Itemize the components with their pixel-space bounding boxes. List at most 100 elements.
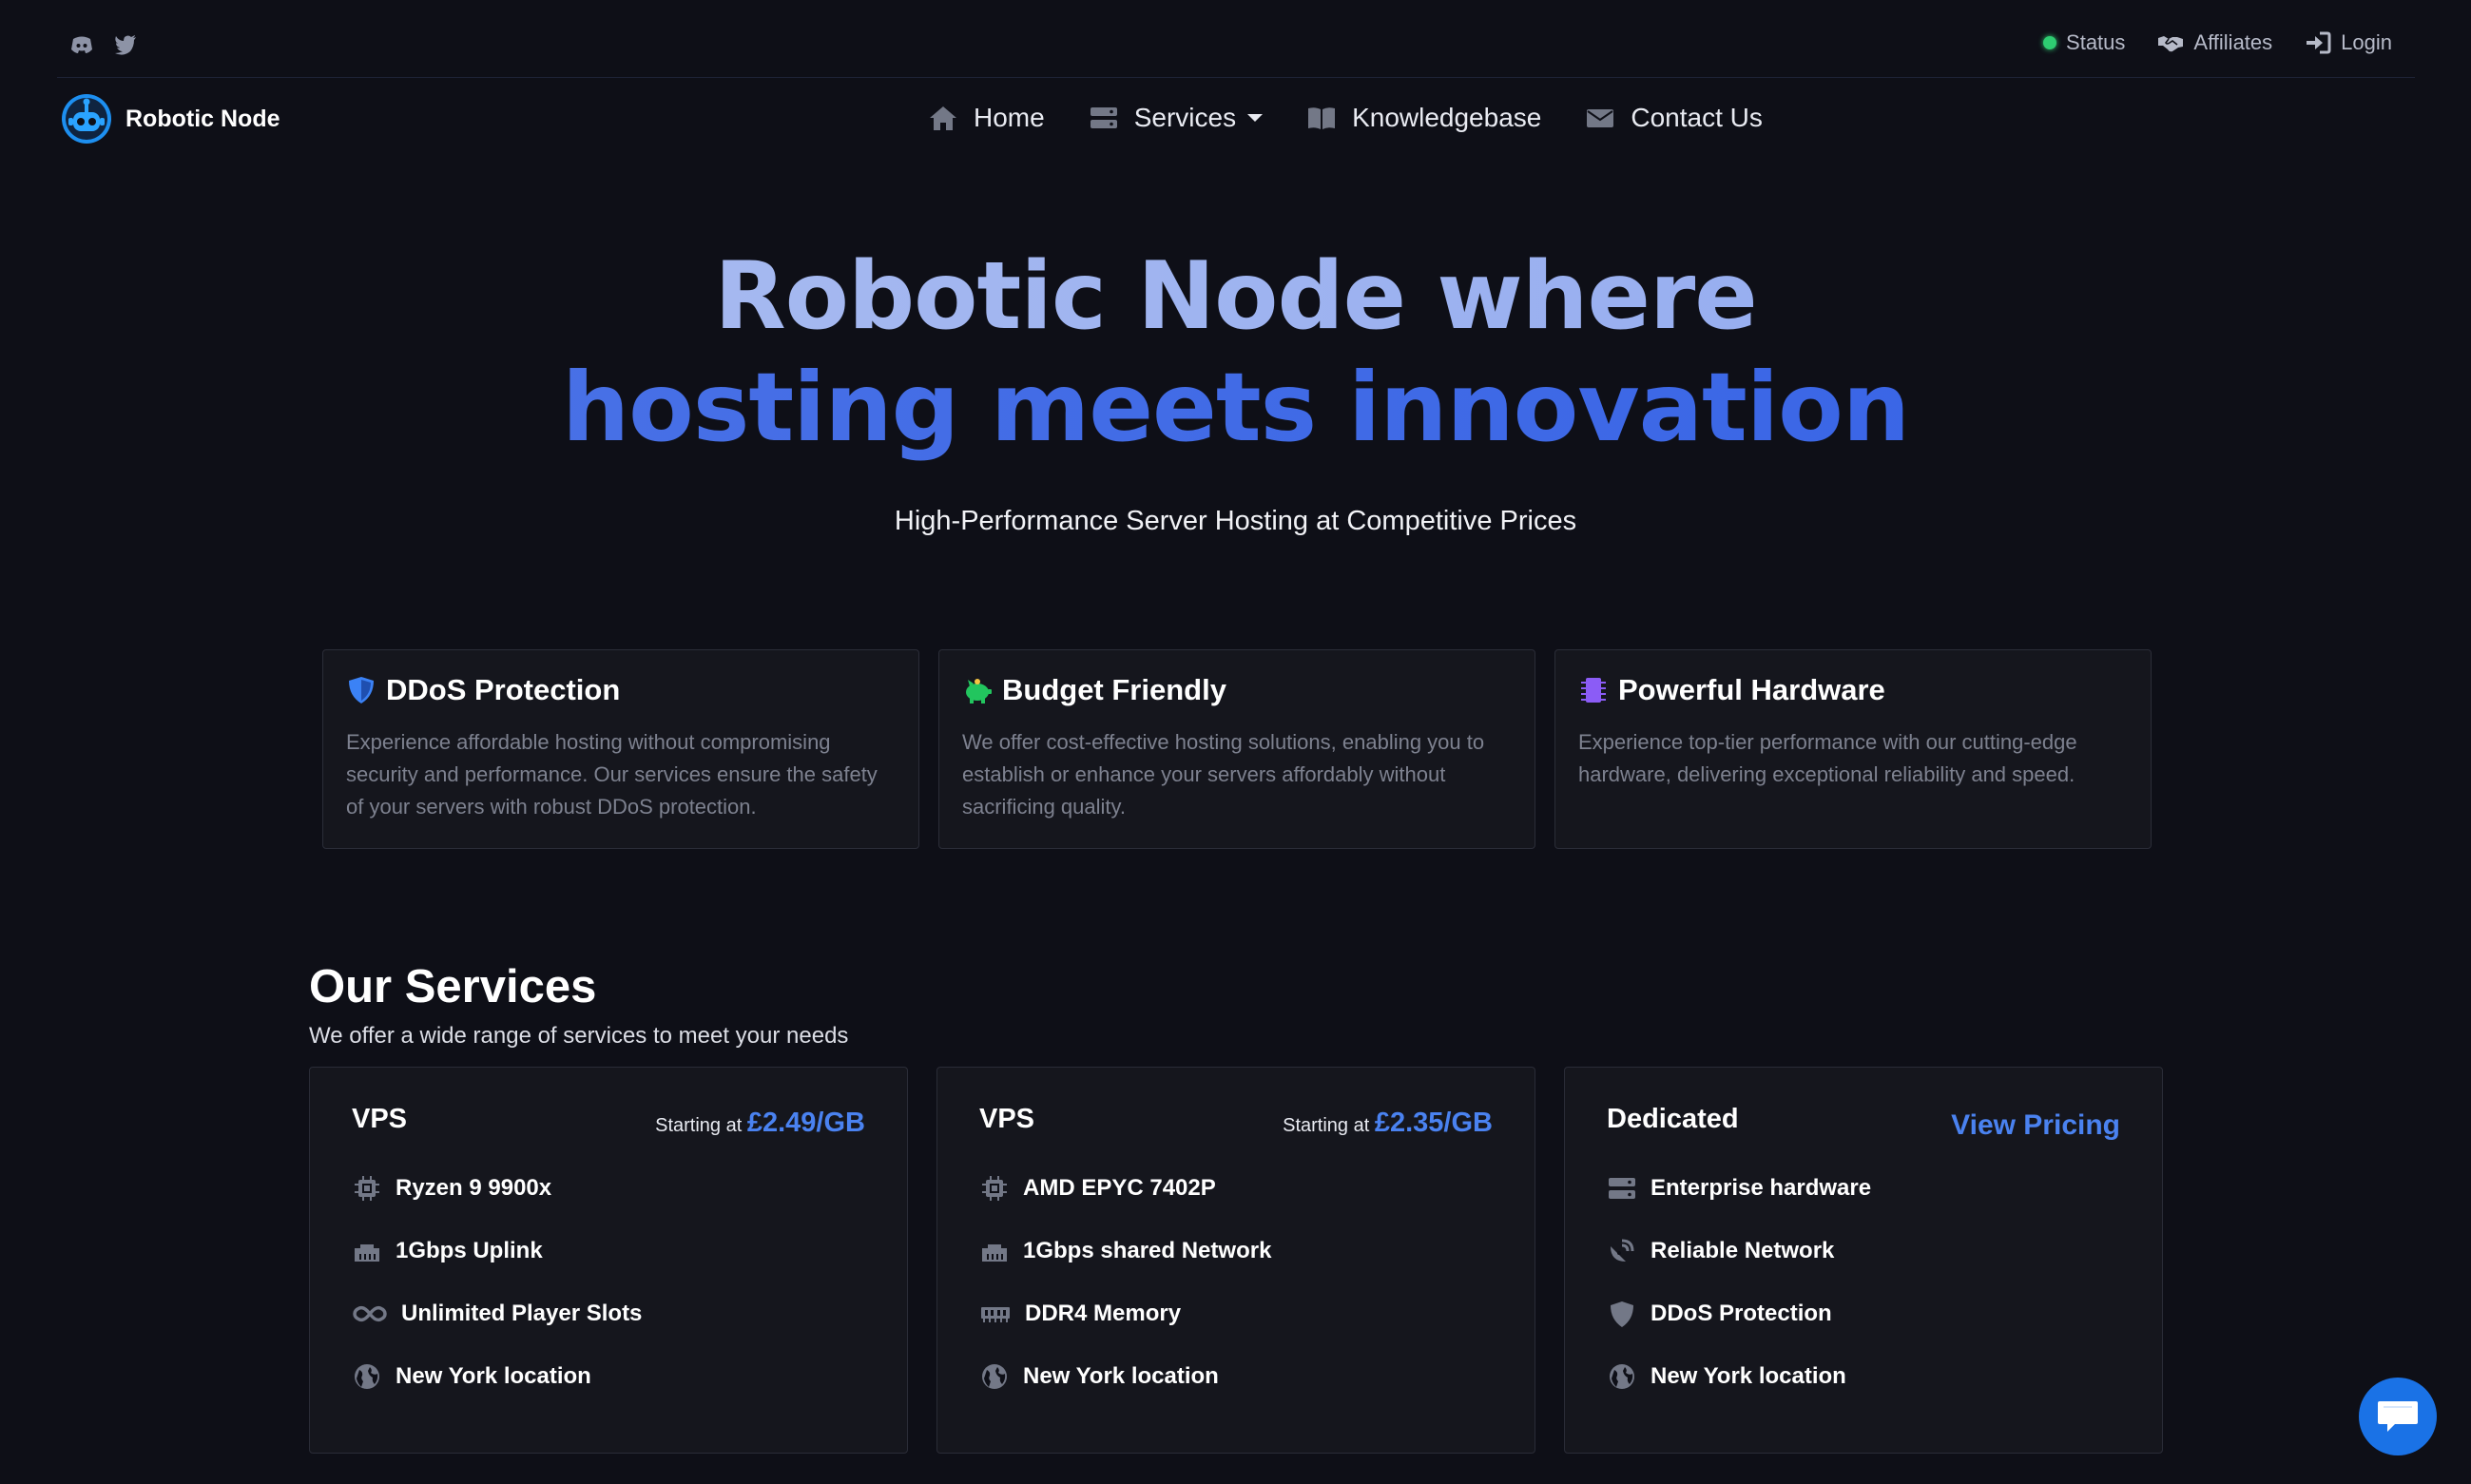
feature-text: Experience affordable hosting without co…	[346, 730, 878, 819]
service-price: Starting at £2.35/GB	[1283, 1108, 1493, 1139]
feature-label: New York location	[1023, 1363, 1219, 1389]
hero-title-line-2: hosting meets innovation	[0, 352, 2471, 463]
feature-title: Powerful Hardware	[1618, 673, 1885, 706]
nav-services-label: Services	[1133, 103, 1237, 132]
list-item: AMD EPYC 7402P	[979, 1173, 1493, 1204]
top-utility-bar: Status Affiliates Login	[57, 0, 2415, 78]
chat-bubble-icon	[2378, 1401, 2418, 1432]
nav-home[interactable]: Home	[928, 103, 1045, 133]
service-price: Starting at £2.49/GB	[655, 1108, 865, 1139]
feature-label: AMD EPYC 7402P	[1023, 1175, 1216, 1201]
globe-icon	[1610, 1364, 1634, 1389]
login-link[interactable]: Login	[2305, 30, 2392, 55]
price-amount: £2.35/GB	[1374, 1108, 1493, 1138]
feature-label: New York location	[396, 1363, 591, 1389]
feature-label: Enterprise hardware	[1651, 1175, 1872, 1201]
feature-text: We offer cost-effective hosting solution…	[962, 730, 1485, 819]
handshake-icon	[2158, 36, 2184, 52]
status-link[interactable]: Status	[2043, 30, 2125, 55]
brand-link[interactable]: Robotic Node	[61, 93, 280, 145]
feature-cards: DDoS Protection Experience affordable ho…	[322, 649, 2152, 849]
robot-logo-icon	[62, 94, 111, 144]
service-card-vps-ryzen[interactable]: VPS Starting at £2.49/GB Ryzen 9 9900x 1…	[309, 1067, 908, 1454]
chip-icon	[1581, 678, 1606, 703]
feature-label: DDoS Protection	[1651, 1301, 1832, 1326]
feature-label: 1Gbps Uplink	[396, 1238, 543, 1263]
services-title: Our Services	[309, 961, 597, 1012]
nav-knowledgebase[interactable]: Knowledgebase	[1306, 103, 1541, 133]
price-prefix: Starting at	[1283, 1115, 1370, 1136]
list-item: Enterprise hardware	[1607, 1173, 2120, 1204]
chevron-down-icon	[1247, 114, 1264, 122]
twitter-icon[interactable]	[114, 34, 137, 55]
service-card-vps-epyc[interactable]: VPS Starting at £2.35/GB AMD EPYC 7402P …	[936, 1067, 1535, 1454]
feature-label: Reliable Network	[1651, 1238, 1835, 1263]
feature-text: Experience top-tier performance with our…	[1578, 730, 2077, 786]
view-pricing-link[interactable]: View Pricing	[1951, 1109, 2120, 1142]
globe-icon	[982, 1364, 1007, 1389]
shield-icon	[349, 677, 374, 703]
service-features: AMD EPYC 7402P 1Gbps shared Network DDR4…	[979, 1173, 1493, 1392]
login-label: Login	[2341, 30, 2392, 54]
nav-knowledgebase-label: Knowledgebase	[1352, 103, 1542, 132]
sign-in-icon	[2307, 31, 2331, 54]
list-item: New York location	[352, 1361, 865, 1392]
hero-subtitle: High-Performance Server Hosting at Compe…	[894, 506, 1577, 536]
price-prefix: Starting at	[655, 1115, 743, 1136]
main-nav: Home Services Knowledgebase Contact Us	[928, 103, 1763, 133]
feature-title: Budget Friendly	[1002, 673, 1226, 706]
list-item: Reliable Network	[1607, 1236, 2120, 1266]
feature-label: DDR4 Memory	[1025, 1301, 1182, 1326]
feature-card-ddos: DDoS Protection Experience affordable ho…	[322, 649, 919, 849]
status-online-dot	[2043, 36, 2057, 49]
status-label: Status	[2066, 30, 2126, 54]
list-item: DDoS Protection	[1607, 1299, 2120, 1329]
feature-card-budget: Budget Friendly We offer cost-effective …	[938, 649, 1535, 849]
feature-label: Ryzen 9 9900x	[396, 1175, 552, 1201]
feature-label: Unlimited Player Slots	[401, 1301, 643, 1326]
affiliates-link[interactable]: Affiliates	[2157, 30, 2272, 55]
discord-icon[interactable]	[70, 34, 93, 55]
list-item: New York location	[979, 1361, 1493, 1392]
affiliates-label: Affiliates	[2193, 30, 2273, 54]
feature-label: 1Gbps shared Network	[1023, 1238, 1272, 1263]
nav-contact-label: Contact Us	[1631, 103, 1763, 132]
satellite-dish-icon	[1611, 1239, 1634, 1262]
services-subtitle: We offer a wide range of services to mee…	[309, 1023, 849, 1049]
infinity-icon	[353, 1305, 387, 1322]
service-features: Enterprise hardware Reliable Network DDo…	[1607, 1173, 2120, 1392]
ethernet-icon	[355, 1244, 379, 1262]
social-links	[70, 34, 137, 55]
globe-icon	[355, 1364, 379, 1389]
live-chat-button[interactable]	[2359, 1378, 2437, 1455]
home-icon	[930, 106, 956, 130]
shield-icon	[1611, 1301, 1633, 1327]
service-card-dedicated[interactable]: Dedicated View Pricing Enterprise hardwa…	[1564, 1067, 2163, 1454]
cpu-icon	[982, 1176, 1007, 1201]
nav-services-dropdown[interactable]: Services	[1089, 103, 1264, 133]
feature-label: New York location	[1651, 1363, 1846, 1389]
list-item: DDR4 Memory	[979, 1299, 1493, 1329]
book-open-icon	[1308, 107, 1336, 129]
service-cards: VPS Starting at £2.49/GB Ryzen 9 9900x 1…	[309, 1067, 2163, 1454]
ethernet-icon	[982, 1244, 1007, 1262]
cpu-icon	[355, 1176, 379, 1201]
memory-icon	[981, 1307, 1010, 1322]
feature-card-hardware: Powerful Hardware Experience top-tier pe…	[1554, 649, 2152, 849]
server-icon	[1609, 1178, 1635, 1199]
list-item: New York location	[1607, 1361, 2120, 1392]
hero-title-line-1: Robotic Node where	[0, 242, 2471, 351]
server-icon	[1090, 107, 1117, 128]
service-features: Ryzen 9 9900x 1Gbps Uplink Unlimited Pla…	[352, 1173, 865, 1392]
price-amount: £2.49/GB	[746, 1108, 865, 1138]
piggy-bank-icon	[966, 679, 992, 703]
list-item: Unlimited Player Slots	[352, 1299, 865, 1329]
list-item: 1Gbps shared Network	[979, 1236, 1493, 1266]
envelope-icon	[1587, 109, 1614, 127]
list-item: 1Gbps Uplink	[352, 1236, 865, 1266]
list-item: Ryzen 9 9900x	[352, 1173, 865, 1204]
nav-home-label: Home	[974, 103, 1045, 132]
nav-contact[interactable]: Contact Us	[1585, 103, 1763, 133]
brand-name: Robotic Node	[125, 105, 280, 132]
feature-title: DDoS Protection	[386, 673, 621, 706]
